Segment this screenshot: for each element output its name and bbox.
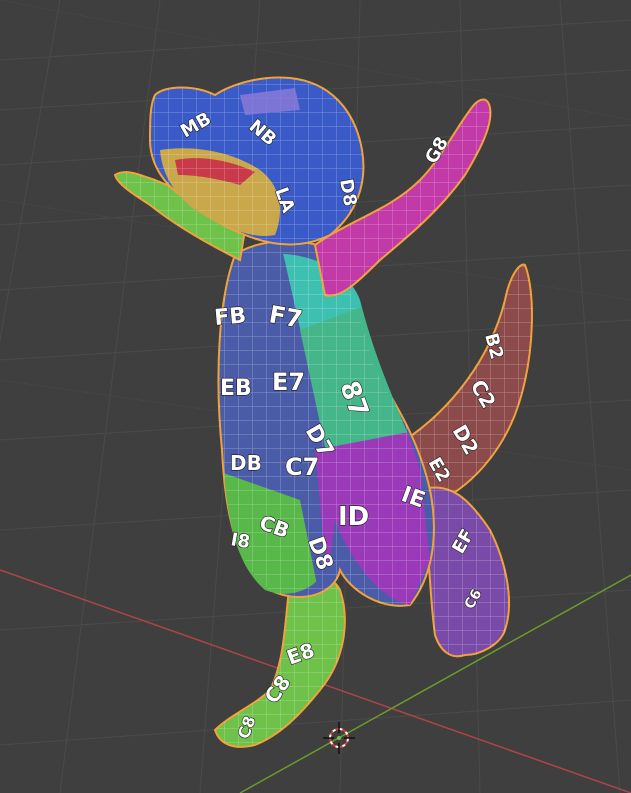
uv-label: E7 [272,368,305,396]
3d-cursor[interactable] [323,722,355,754]
uv-label: DB [230,451,262,475]
dinosaur-mesh[interactable] [113,76,533,748]
viewport-canvas[interactable]: MB NB LA D8 F7 FB EB E7 87 D7 DB CB C7 D… [0,0,631,793]
uv-label: FB [213,303,247,331]
uv-label: I8 [229,529,252,553]
uv-label: ID [338,502,369,532]
uv-label: C7 [285,453,319,481]
3d-viewport[interactable]: MB NB LA D8 F7 FB EB E7 87 D7 DB CB C7 D… [0,0,631,793]
uv-label: EB [220,376,252,401]
uv-label: F7 [267,300,304,333]
